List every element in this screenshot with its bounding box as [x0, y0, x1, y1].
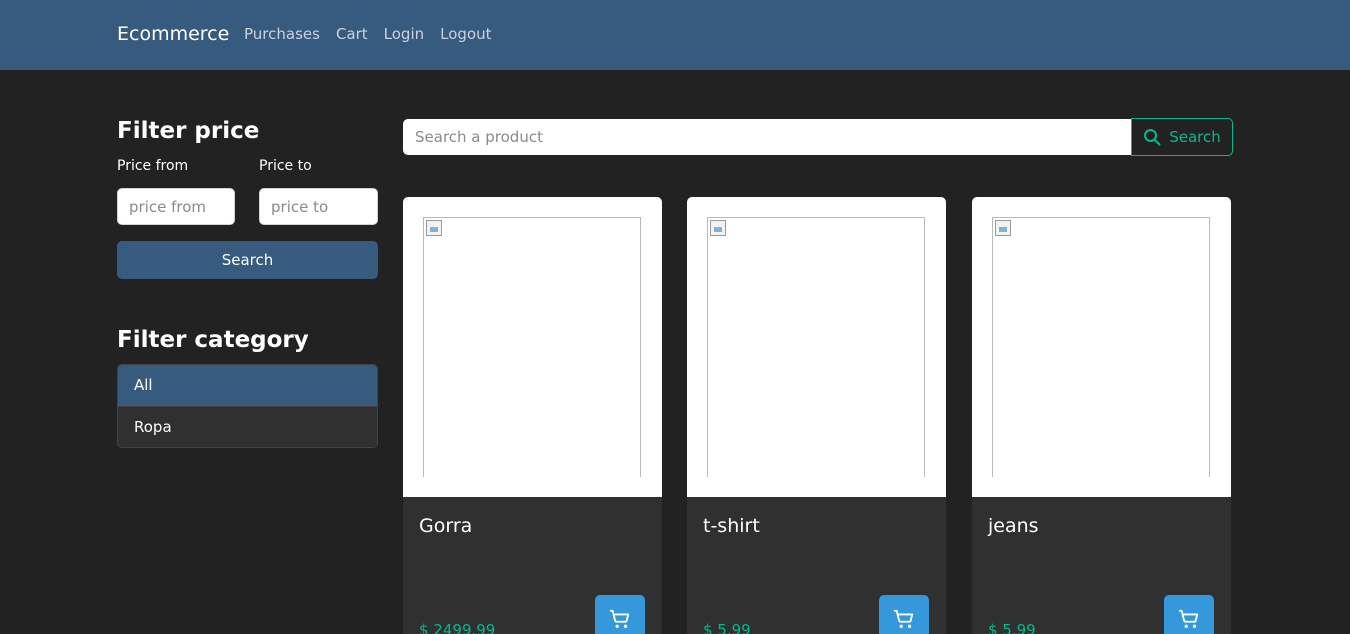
- search-icon: [1144, 129, 1161, 146]
- product-title[interactable]: t-shirt: [703, 515, 760, 537]
- product-price: $ 5.99: [988, 621, 1036, 634]
- nav-link-logout[interactable]: Logout: [440, 25, 491, 43]
- product-search-bar: Search: [403, 118, 1233, 156]
- navbar: Ecommerce Purchases Cart Login Logout: [0, 0, 1350, 70]
- broken-image-icon: [426, 220, 442, 236]
- nav-link-purchases[interactable]: Purchases: [244, 25, 320, 43]
- nav-link-cart[interactable]: Cart: [336, 25, 368, 43]
- product-image-area: [972, 197, 1231, 497]
- price-to-label: Price to: [259, 158, 312, 174]
- product-card[interactable]: jeans $ 5.99: [972, 197, 1231, 634]
- product-image[interactable]: [992, 217, 1210, 477]
- category-item-ropa[interactable]: Ropa: [118, 406, 377, 447]
- product-price: $ 5.99: [703, 621, 751, 634]
- add-to-cart-button[interactable]: [879, 595, 929, 634]
- product-card[interactable]: t-shirt $ 5.99: [687, 197, 946, 634]
- nav-link-login[interactable]: Login: [384, 25, 424, 43]
- broken-image-icon: [710, 220, 726, 236]
- price-to-input[interactable]: [259, 188, 378, 225]
- category-item-all[interactable]: All: [118, 365, 377, 406]
- nav-links: Purchases Cart Login Logout: [244, 25, 491, 43]
- product-search-button-label: Search: [1169, 128, 1221, 146]
- cart-icon: [893, 609, 914, 628]
- product-search-button[interactable]: Search: [1131, 118, 1233, 156]
- product-image[interactable]: [707, 217, 925, 477]
- add-to-cart-button[interactable]: [595, 595, 645, 634]
- product-search-input[interactable]: [403, 119, 1132, 155]
- product-price: $ 2499.99: [419, 621, 496, 634]
- product-image-area: [687, 197, 946, 497]
- filter-category-title: Filter category: [117, 327, 309, 353]
- product-card[interactable]: Gorra $ 2499.99: [403, 197, 662, 634]
- filter-price-title: Filter price: [117, 118, 260, 144]
- product-title[interactable]: jeans: [988, 515, 1039, 537]
- product-image[interactable]: [423, 217, 641, 477]
- add-to-cart-button[interactable]: [1164, 595, 1214, 634]
- price-from-label: Price from: [117, 158, 189, 174]
- filter-price-search-button[interactable]: Search: [117, 241, 378, 279]
- broken-image-icon: [995, 220, 1011, 236]
- cart-icon: [1178, 609, 1199, 628]
- product-title[interactable]: Gorra: [419, 515, 472, 537]
- cart-icon: [609, 609, 630, 628]
- product-image-area: [403, 197, 662, 497]
- brand-logo[interactable]: Ecommerce: [117, 23, 229, 45]
- price-from-input[interactable]: [117, 188, 235, 225]
- category-list: All Ropa: [117, 364, 378, 448]
